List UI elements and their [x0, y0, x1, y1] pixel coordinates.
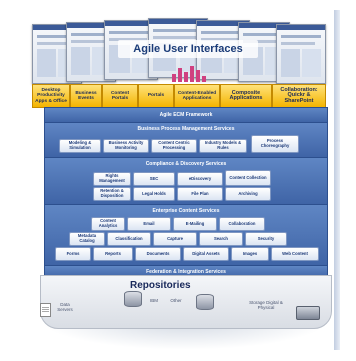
enterprise-title: Enterprise Content Services [152, 208, 220, 214]
bpm-item: Content Centric Processing [151, 139, 197, 153]
compliance-item: SEC [133, 172, 175, 186]
database-icon [196, 294, 214, 310]
other-label: Other [170, 298, 182, 303]
bpm-item: Modeling & Simulation [59, 139, 101, 153]
framework-layer: Agile ECM Framework [44, 107, 328, 123]
bpm-item: Business Activity Monitoring [103, 139, 149, 153]
enterprise-item: Digital Assets [183, 247, 229, 261]
ui-label: Business Events [70, 84, 102, 108]
chart-graphic [172, 64, 212, 82]
bpm-item: Industry Models & Rules [199, 139, 247, 153]
compliance-item: Legal Holds [133, 187, 175, 201]
enterprise-item: E-Mailing [173, 217, 217, 231]
enterprise-item: Security [245, 232, 287, 246]
repositories-title: Repositories [130, 280, 191, 291]
compliance-item: Retention & Disposition [93, 187, 131, 201]
compliance-layer: Compliance & Discovery Services Rights M… [44, 157, 328, 205]
framework-title: Agile ECM Framework [159, 112, 213, 118]
enterprise-item: Classification [107, 232, 151, 246]
bpm-item: Process Choreography [251, 135, 299, 153]
bpm-layer: Business Process Management Services Mod… [44, 122, 328, 158]
enterprise-item: Search [199, 232, 243, 246]
ibm-label: IBM [149, 298, 158, 303]
enterprise-item: Images [231, 247, 269, 261]
enterprise-item: Web Content [271, 247, 319, 261]
screenshot-thumb [276, 24, 326, 84]
data-servers-label: Data Servers [57, 302, 73, 312]
storage-icon [296, 306, 320, 320]
compliance-item: Rights Management [93, 172, 131, 186]
ui-label: Portals [138, 84, 174, 108]
storage-label: Storage Digital & Physical [249, 300, 283, 310]
database-icon [124, 291, 142, 307]
enterprise-item: Documents [135, 247, 181, 261]
ui-label: Content Portals [102, 84, 138, 108]
bpm-title: Business Process Management Services [137, 126, 235, 132]
ui-title: Agile User Interfaces [118, 40, 258, 58]
compliance-item: Content Collection [225, 170, 271, 186]
enterprise-item: Metadata Catalog [69, 232, 105, 246]
enterprise-item: Content Analytics [91, 217, 125, 231]
enterprise-item: Capture [153, 232, 197, 246]
compliance-item: File Plan [177, 187, 223, 201]
ui-label: Composite Applications [220, 84, 272, 108]
ui-label: Desktop Productivity Apps & Office [32, 84, 70, 108]
ui-label: Collaboration: Quickr & SharePoint [272, 84, 326, 108]
document-icon [40, 303, 51, 317]
compliance-item: eDiscovery [177, 172, 223, 186]
enterprise-item: Reports [93, 247, 133, 261]
enterprise-layer: Enterprise Content Services Content Anal… [44, 204, 328, 266]
ui-label: Content-Enabled Applications [174, 84, 220, 108]
enterprise-item: Forms [55, 247, 91, 261]
compliance-title: Compliance & Discovery Services [145, 161, 227, 167]
compliance-item: Archiving [225, 187, 271, 201]
enterprise-item: Email [127, 217, 171, 231]
frame-edge [334, 10, 340, 350]
enterprise-item: Collaboration [219, 217, 265, 231]
